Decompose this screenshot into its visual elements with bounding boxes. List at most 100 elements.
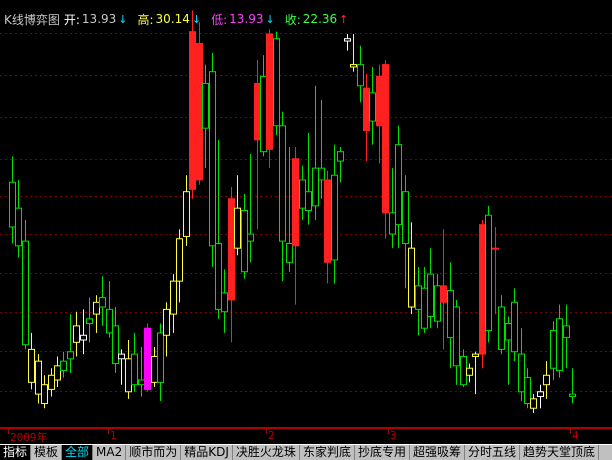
candle-body xyxy=(350,64,357,68)
candle[interactable] xyxy=(266,29,273,169)
candle-body xyxy=(215,242,222,310)
tab-indicator[interactable]: 指标 xyxy=(0,445,32,460)
candle-body xyxy=(344,38,351,42)
candle-body xyxy=(125,358,132,393)
candle[interactable] xyxy=(382,59,389,239)
tab-intraday-five-lines[interactable]: 分时五线 xyxy=(465,445,520,460)
candle-body xyxy=(131,353,138,386)
candle-body xyxy=(163,308,170,336)
tab-follow-market[interactable]: 顺市而为 xyxy=(126,445,182,460)
candle[interactable] xyxy=(485,205,492,343)
candle-body xyxy=(466,367,473,376)
candle-body xyxy=(144,327,151,390)
tab-premium-kdj[interactable]: 精品KDJ xyxy=(181,445,233,460)
candle-body xyxy=(402,191,409,244)
candle-body xyxy=(460,355,467,386)
candle-body xyxy=(440,285,447,303)
candle-body xyxy=(427,273,434,317)
candle-body xyxy=(395,144,402,226)
candle-body xyxy=(331,174,338,261)
candle-body xyxy=(260,75,267,153)
time-axis-line xyxy=(0,428,612,434)
tab-ma2[interactable]: MA2 xyxy=(93,445,127,460)
candle-body xyxy=(382,64,389,214)
high-value: 30.14 xyxy=(155,12,190,26)
candle-body xyxy=(209,71,216,247)
candle-body xyxy=(498,306,505,350)
close-arrow-icon: ↑ xyxy=(339,12,349,26)
tab-all[interactable]: 全部 xyxy=(62,445,94,460)
candle-body xyxy=(369,92,376,122)
candle-body xyxy=(408,247,415,308)
candle-body xyxy=(518,353,525,393)
candle-body xyxy=(73,325,80,343)
candle-body xyxy=(569,393,576,397)
candle-body xyxy=(234,207,241,249)
candle-body xyxy=(318,167,325,181)
candle-body xyxy=(511,301,518,353)
high-arrow-icon: ↓ xyxy=(191,12,202,26)
candle-body xyxy=(202,82,209,129)
candle-body xyxy=(80,334,87,341)
close-value: 22.36 xyxy=(302,12,338,26)
time-tick-label: 3 xyxy=(390,429,397,442)
candle-body xyxy=(286,242,293,263)
candle-body xyxy=(479,224,486,355)
candle-body xyxy=(151,355,158,383)
candle-body xyxy=(530,398,537,409)
tab-bottom-fishing[interactable]: 抄底专用 xyxy=(355,445,410,460)
candle-body xyxy=(337,151,344,162)
candle-body xyxy=(86,318,93,325)
candle-body xyxy=(492,247,499,250)
candle-body xyxy=(41,384,48,405)
tab-strong-accumulation[interactable]: 超强吸筹 xyxy=(410,445,465,460)
open-label: 开: xyxy=(63,12,80,27)
chart-title: K线博弈图 xyxy=(4,12,60,27)
candle-body xyxy=(176,238,183,282)
candle-body xyxy=(254,82,261,141)
candle-body xyxy=(485,214,492,332)
tab-template[interactable]: 模板 xyxy=(31,445,63,460)
candle[interactable] xyxy=(189,10,196,199)
low-arrow-icon: ↓ xyxy=(265,12,275,26)
candle-body xyxy=(305,191,312,212)
time-tick-label: 2 xyxy=(268,429,275,442)
candle[interactable] xyxy=(196,22,203,185)
candle-body xyxy=(266,33,273,150)
candle-body xyxy=(9,181,16,228)
close-label: 收: xyxy=(284,12,301,27)
candle[interactable] xyxy=(273,31,280,136)
candle-body xyxy=(22,240,29,346)
low-label: 低: xyxy=(211,12,228,27)
time-tick-label: 4 xyxy=(572,429,579,442)
candle-body xyxy=(67,351,74,360)
candle-body xyxy=(389,212,396,235)
candle-body xyxy=(472,353,479,357)
candle-body xyxy=(241,210,248,273)
candle[interactable] xyxy=(144,323,151,392)
open-value: 13.93 xyxy=(81,12,117,26)
candle-body xyxy=(183,191,190,237)
candle-body xyxy=(247,233,254,242)
candle-body xyxy=(376,75,383,127)
candle-body xyxy=(228,198,235,301)
tab-dragon-pearl[interactable]: 决胜火龙珠 xyxy=(233,445,300,460)
candle-body xyxy=(550,330,557,369)
candle-body xyxy=(543,374,550,386)
candle[interactable] xyxy=(479,219,486,369)
candle-body xyxy=(324,179,331,263)
candle-body xyxy=(279,125,286,242)
candle-body xyxy=(28,348,35,383)
candle-body xyxy=(157,332,164,383)
candle-body xyxy=(189,31,196,190)
candle-body xyxy=(556,318,563,372)
kline-chart[interactable] xyxy=(0,0,612,428)
tab-trend-top-bottom[interactable]: 趋势天堂顶底 xyxy=(520,445,600,460)
candle-body xyxy=(60,360,67,372)
candle[interactable] xyxy=(209,52,216,268)
candle-body xyxy=(299,179,306,209)
candle-body xyxy=(563,325,570,339)
candle-body xyxy=(93,301,100,315)
candle-body xyxy=(292,158,299,247)
tab-dealer-bottom[interactable]: 东家判底 xyxy=(300,445,355,460)
